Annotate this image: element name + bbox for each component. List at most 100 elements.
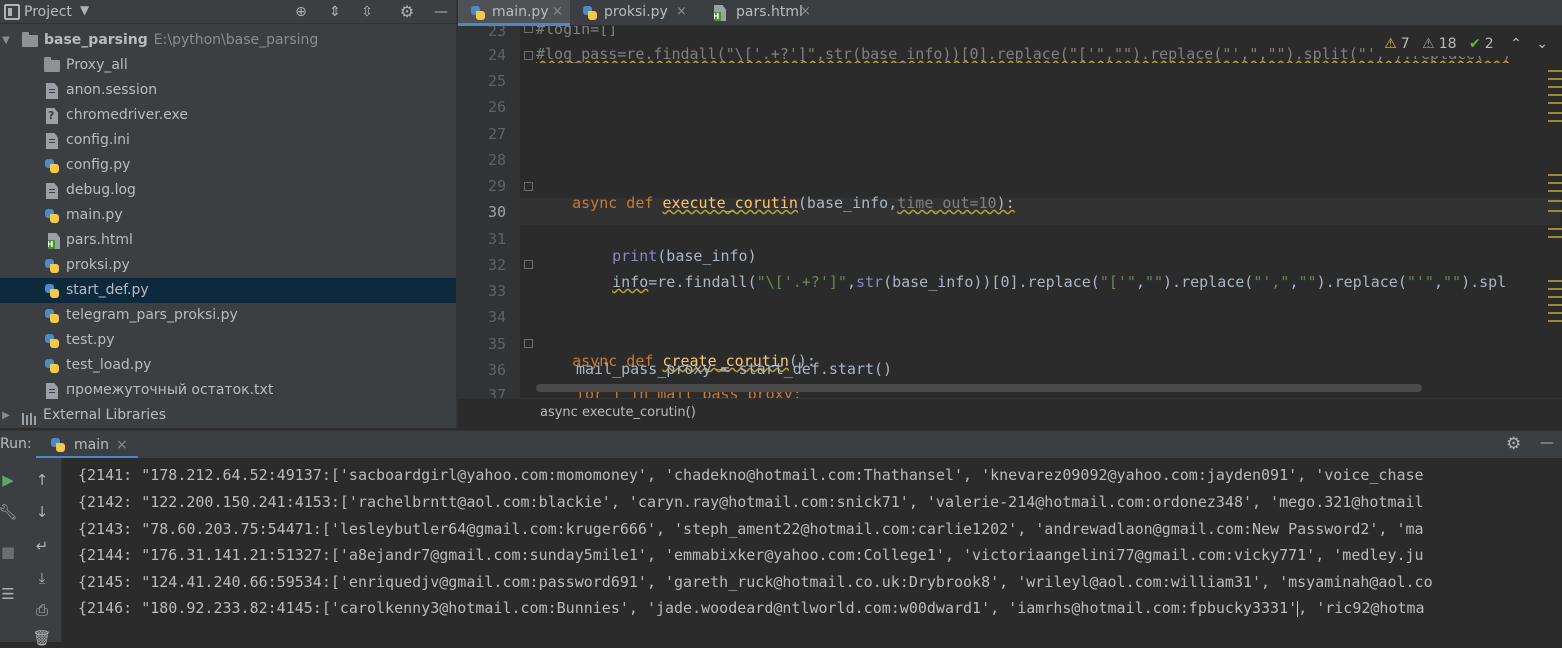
tree-root[interactable]: ▼ base_parsing E:\python\base_parsing — [0, 28, 456, 53]
console-line: {2142: "122.200.150.241:4153:['rachelbrn… — [78, 493, 1424, 511]
run-tab-label: main — [74, 437, 109, 453]
tree-item[interactable]: test_load.py — [0, 353, 456, 378]
python-file-icon — [470, 5, 486, 21]
rerun-icon[interactable]: ▶ — [0, 470, 18, 490]
breadcrumb-bar: async execute_corutin() — [458, 398, 1562, 428]
line-number: 36 — [487, 361, 506, 379]
tree-item-label: anon.session — [66, 82, 158, 98]
library-icon — [22, 409, 38, 425]
check-icon: ✔ — [1468, 36, 1481, 52]
tree-item[interactable]: telegram_pars_proksi.py — [0, 303, 456, 328]
fold-marker-icon[interactable] — [524, 51, 533, 60]
chevron-up-icon[interactable]: ⌃ — [1510, 36, 1522, 52]
expand-all-icon[interactable]: ⇕ — [326, 3, 344, 21]
collapse-all-icon[interactable]: ⇳ — [358, 3, 376, 21]
soft-wrap-icon[interactable]: ↵ — [32, 536, 52, 556]
tree-item[interactable]: proksi.py — [0, 253, 456, 278]
minimize-icon[interactable]: — — [1540, 435, 1554, 451]
tree-item-label: start_def.py — [66, 282, 149, 298]
tree-item-label: test_load.py — [66, 357, 152, 373]
tree-item-label: proksi.py — [66, 257, 130, 273]
fold-marker-icon[interactable] — [524, 260, 533, 269]
tree-item[interactable]: промежуточный остаток.txt — [0, 378, 456, 403]
close-icon[interactable]: × — [800, 0, 811, 24]
python-file-icon — [44, 258, 60, 274]
fold-marker-icon[interactable] — [524, 339, 533, 348]
line-number: 33 — [487, 282, 506, 300]
python-file-icon — [44, 333, 60, 349]
console-output[interactable]: {2141: "178.212.64.52:49137:['sacboardgi… — [62, 458, 1562, 642]
console-line: {2145: "124.41.240.66:59534:['enriquedjv… — [78, 573, 1433, 591]
console-line: {2141: "178.212.64.52:49137:['sacboardgi… — [78, 466, 1424, 484]
exe-file-icon: ? — [46, 108, 58, 124]
tree-item[interactable]: H pars.html — [0, 228, 456, 253]
tree-item-label: debug.log — [66, 182, 136, 198]
close-icon[interactable]: × — [116, 431, 128, 459]
scroll-to-end-icon[interactable]: ⤓ — [32, 568, 52, 588]
line-number: 23 — [487, 26, 506, 40]
arrow-up-icon[interactable]: ↑ — [32, 470, 52, 490]
tab-label: proksi.py — [604, 4, 668, 20]
line-number-current: 30 — [487, 203, 506, 221]
minimize-icon[interactable]: — — [432, 3, 450, 21]
chevron-down-icon[interactable]: ▼ — [80, 3, 89, 17]
tab-label: pars.html — [736, 4, 803, 20]
warnings-count: 7 — [1400, 36, 1410, 52]
stop-icon[interactable]: ■ — [0, 542, 18, 562]
layout-icon[interactable]: ☰ — [0, 584, 18, 604]
locate-icon[interactable]: ⊕ — [292, 3, 310, 21]
tree-item[interactable]: config.py — [0, 153, 456, 178]
line-number-gutter[interactable]: 23 24 25 26 27 28 29 30 31 32 33 34 35 3… — [458, 26, 520, 398]
tree-item-label: main.py — [66, 207, 123, 223]
breadcrumb[interactable]: async execute_corutin() — [540, 405, 696, 420]
chevron-down-icon[interactable]: ⌄ — [1536, 36, 1548, 52]
weak-warning-icon: ⚠ — [1422, 36, 1435, 52]
file-icon — [46, 183, 58, 199]
html-file-icon: H — [714, 5, 726, 21]
tree-item[interactable]: anon.session — [0, 78, 456, 103]
tree-item[interactable]: config.ini — [0, 128, 456, 153]
trash-icon[interactable]: 🗑︎ — [32, 628, 52, 648]
fold-marker-icon[interactable] — [524, 182, 533, 191]
chevron-down-icon[interactable]: ▼ — [0, 28, 12, 53]
tree-item-selected[interactable]: start_def.py — [0, 278, 456, 303]
print-icon[interactable]: ⎙ — [32, 600, 52, 620]
tree-item[interactable]: ? chromedriver.exe — [0, 103, 456, 128]
tree-item-label: telegram_pars_proksi.py — [66, 307, 238, 323]
code-line-36: mail_pass_proxy = start_def.start() — [576, 360, 893, 378]
arrow-down-icon[interactable]: ↓ — [32, 502, 52, 522]
tree-item[interactable]: Proxy_all — [0, 53, 456, 78]
tree-item[interactable]: debug.log — [0, 178, 456, 203]
tree-item-external-libraries[interactable]: ▶ External Libraries — [0, 403, 456, 428]
code-line-29: async def execute_corutin(base_info,time… — [572, 194, 1015, 212]
python-file-icon — [44, 158, 60, 174]
gear-icon[interactable]: ⚙ — [1506, 434, 1521, 454]
python-file-icon — [44, 308, 60, 324]
tree-item[interactable]: test.py — [0, 328, 456, 353]
project-title[interactable]: Project — [24, 3, 72, 21]
chevron-right-icon[interactable]: ▶ — [0, 403, 12, 428]
run-toolbar: ▶ ↑ 🔧︎ ↓ ■ ↵ ⤓ ☰ ⎙ 🗑︎ — [0, 458, 62, 647]
close-icon[interactable]: × — [552, 0, 563, 24]
run-tab-main[interactable]: main × — [36, 431, 138, 459]
file-icon — [46, 383, 58, 399]
error-stripe[interactable] — [1548, 30, 1562, 330]
fold-marker-icon[interactable] — [524, 26, 533, 33]
horizontal-scrollbar[interactable] — [536, 384, 1422, 392]
console-line: {2144: "176.31.141.21:51327:['a8ejandr7@… — [78, 546, 1424, 564]
tree-item[interactable]: main.py — [0, 203, 456, 228]
tab-proksi-py[interactable]: proksi.py × — [570, 0, 702, 26]
inspections-widget[interactable]: ⚠ 7 ⚠ 18 ✔ 2 ⌃ ⌄ — [1374, 32, 1548, 56]
project-tree: ▼ base_parsing E:\python\base_parsing Pro… — [0, 28, 456, 428]
code-editor[interactable]: 23 24 25 26 27 28 29 30 31 32 33 34 35 3… — [458, 26, 1562, 398]
close-icon[interactable]: × — [676, 0, 687, 24]
tree-item-label: test.py — [66, 332, 115, 348]
tab-pars-html[interactable]: H pars.html × — [702, 0, 822, 26]
wrench-icon[interactable]: 🔧︎ — [0, 502, 18, 522]
tree-item-label: config.py — [66, 157, 131, 173]
gear-icon[interactable]: ⚙ — [398, 3, 416, 21]
tab-main-py[interactable]: main.py × — [458, 0, 570, 26]
project-panel: Project ▼ ⊕ ⇕ ⇳ ⚙ — ▼ base_parsing E:\pyt… — [0, 0, 456, 428]
tree-item-label: Proxy_all — [66, 57, 128, 73]
line-number: 31 — [487, 230, 506, 248]
